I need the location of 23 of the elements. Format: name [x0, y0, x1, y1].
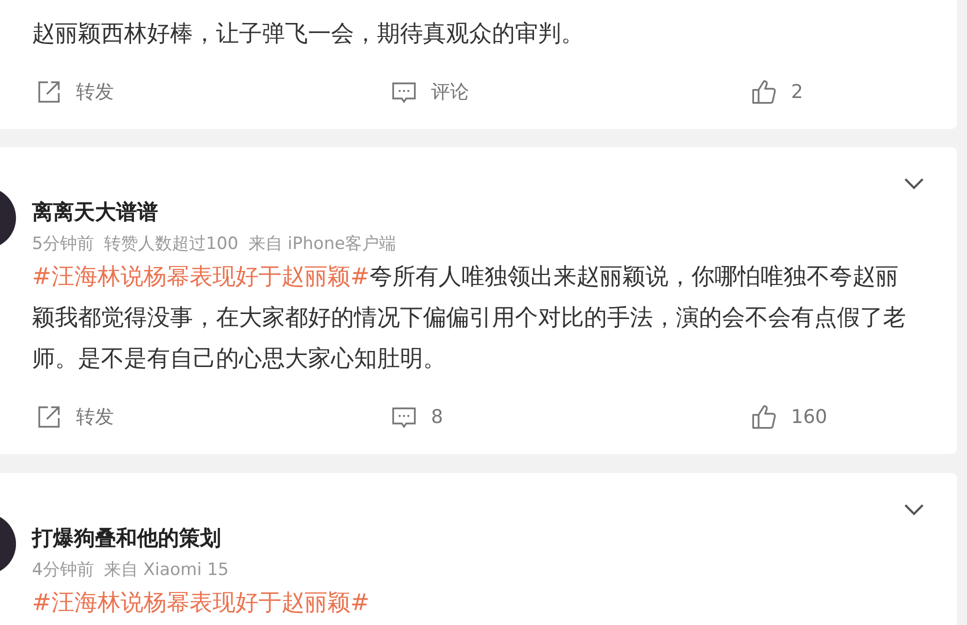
like-button[interactable]: 2 [751, 79, 951, 105]
thumbs-up-icon [751, 79, 777, 105]
chevron-down-icon[interactable] [903, 503, 925, 516]
topic-link[interactable]: #汪海林说杨幂表现好于赵丽颖# [32, 264, 370, 290]
comment-button[interactable]: 8 [391, 404, 751, 430]
post-meta: 4分钟前 [32, 559, 94, 582]
post-meta: 来自 Xiaomi 15 [104, 559, 229, 582]
share-icon [36, 404, 62, 430]
author-name[interactable]: 离离天大谱谱 [32, 197, 957, 227]
post-meta: 5分钟前 [32, 233, 94, 256]
post-text: #汪海林说杨幂表现好于赵丽颖#夸所有人唯独领出来赵丽颖说，你哪怕唯独不夸赵丽颖我都觉得没事，在大家都好的情况下偏偏引用个对比的手法，演的会不会有点假了老师。是不是有自己的心思大家心知肚明。 [32, 263, 907, 374]
post-text: 赵丽颖西林好棒，让子弹飞一会，期待真观众的审判。 [32, 20, 585, 49]
post-meta: 转赞人数超过100 [104, 233, 238, 256]
comment-button[interactable]: 评论 [391, 79, 751, 105]
repost-button[interactable]: 转发 [36, 79, 391, 105]
author-name[interactable]: 打爆狗叠和他的策划 [32, 523, 957, 553]
thumbs-up-icon [751, 404, 777, 430]
topic-link[interactable]: #汪海林说杨幂表现好于赵丽颖# [32, 590, 370, 616]
chevron-down-icon[interactable] [903, 177, 925, 190]
share-icon [36, 79, 62, 105]
like-button[interactable]: 160 [751, 404, 951, 430]
post-meta: 来自 iPhone客户端 [248, 233, 396, 256]
repost-button[interactable]: 转发 [36, 404, 391, 430]
